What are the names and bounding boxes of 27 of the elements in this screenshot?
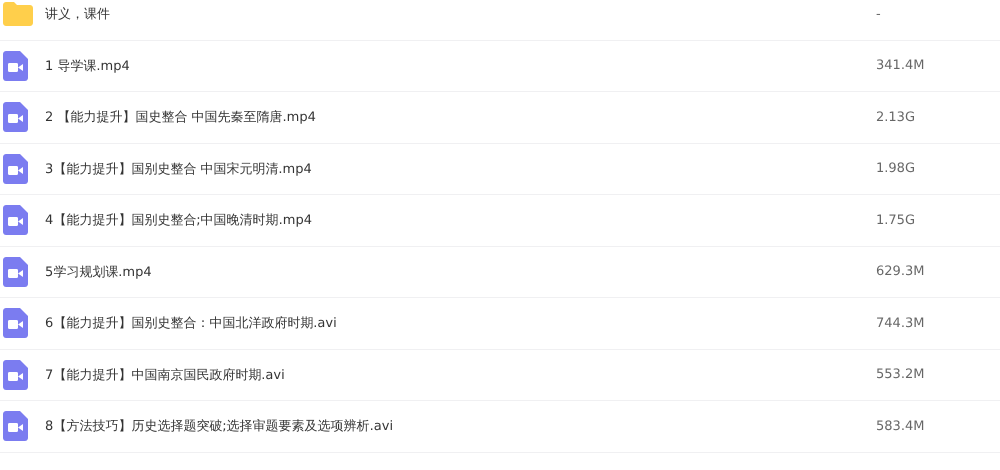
file-size: 553.2M (876, 367, 926, 382)
video-file-icon (3, 102, 28, 132)
file-size: 1.98G (876, 161, 916, 176)
file-size: - (876, 6, 882, 22)
file-name[interactable]: 7【能力提升】中国南京国民政府时期.avi (45, 366, 876, 384)
file-name[interactable]: 1 导学课.mp4 (45, 56, 876, 75)
file-size: 583.4M (876, 418, 926, 434)
file-size: 341.4M (876, 58, 926, 74)
file-name[interactable]: 8【方法技巧】历史选择题突破;选择审题要素及选项辨析.avi (45, 417, 876, 436)
file-size: 744.3M (876, 316, 926, 331)
video-file-icon (3, 360, 28, 390)
file-size: 1.75G (876, 212, 916, 228)
video-file-icon (3, 205, 28, 236)
file-name[interactable]: 3【能力提升】国别史整合 中国宋元明清.mp4 (45, 160, 876, 178)
file-name[interactable]: 讲义，课件 (45, 5, 876, 24)
video-file-icon (3, 50, 28, 81)
folder-icon (3, 2, 33, 26)
file-name[interactable]: 6【能力提升】国别史整合：中国北洋政府时期.avi (45, 314, 876, 332)
video-file-icon (3, 256, 28, 287)
file-size: 2.13G (876, 110, 916, 125)
file-size: 629.3M (876, 264, 926, 280)
video-file-icon (3, 308, 28, 338)
file-name[interactable]: 4【能力提升】国别史整合;中国晚清时期.mp4 (45, 211, 876, 230)
file-name[interactable]: 2 【能力提升】国史整合 中国先秦至隋唐.mp4 (45, 108, 876, 126)
video-file-icon (3, 411, 28, 442)
file-name[interactable]: 5学习规划课.mp4 (45, 262, 876, 281)
video-file-icon (3, 154, 28, 184)
